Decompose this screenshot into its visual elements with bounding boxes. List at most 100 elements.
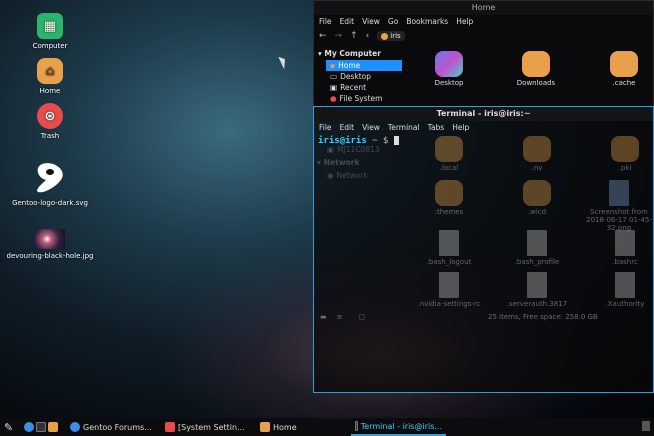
- tray-icon[interactable]: [642, 421, 650, 431]
- desktop-icon-label: devouring-black-hole.jpg: [6, 252, 94, 260]
- trash-icon: ⊛: [37, 103, 63, 129]
- computer-icon: ▦: [37, 13, 63, 39]
- sidebar-header[interactable]: ▾ My Computer: [314, 47, 402, 60]
- document-icon: [439, 230, 459, 256]
- up-arrow-icon[interactable]: ↑: [350, 31, 358, 41]
- sidebar-header-network: ▾ Network: [317, 158, 360, 167]
- terminal-menubar: File Edit View Terminal Tabs Help: [314, 121, 653, 134]
- hide-sidebar-icon: ▢: [358, 313, 366, 321]
- taskbar: ✎ Gentoo Forums... [System Settin... Hom…: [0, 418, 654, 436]
- recent-icon: ▣: [330, 83, 338, 92]
- image-file-icon: [35, 229, 65, 249]
- mouse-pointer-icon: [278, 54, 289, 70]
- menu-view[interactable]: View: [362, 123, 380, 132]
- image-file-icon: [609, 180, 629, 206]
- toolbar: ← → ↑ ‹ iris: [314, 28, 653, 44]
- terminal-launcher-icon[interactable]: [36, 422, 46, 432]
- menubar: File Edit View Go Bookmarks Help: [314, 15, 653, 28]
- desktop-icon-label: Home: [39, 87, 61, 95]
- menu-help[interactable]: Help: [456, 17, 473, 26]
- file-xauthority: .Xauthority: [593, 272, 654, 308]
- folder-pki: .pki: [593, 136, 654, 172]
- breadcrumb-iris[interactable]: iris: [377, 31, 405, 41]
- desktop-icon-home[interactable]: ⌂ Home: [5, 58, 95, 95]
- sidebar-item-home[interactable]: ▪ Home: [326, 60, 402, 71]
- menu-button[interactable]: ✎: [0, 418, 22, 436]
- folder-desktop[interactable]: Desktop: [419, 51, 479, 87]
- settings-icon: [165, 422, 175, 432]
- file-manager-window[interactable]: Home File Edit View Go Bookmarks Help ← …: [313, 0, 654, 110]
- desktop-icon-computer[interactable]: ▦ Computer: [5, 13, 95, 50]
- file-nvidia-settings: .nvidia-settings-rc: [413, 272, 485, 308]
- sidebar: ▾ My Computer ▪ Home ▭ Desktop ▣ Recent ● Fi…: [314, 47, 402, 104]
- document-icon: [615, 272, 635, 298]
- folder-local: .local: [417, 136, 481, 172]
- desktop-icon-gentoo[interactable]: Gentoo-logo-dark.svg: [5, 160, 95, 207]
- sidebar-item-filesystem[interactable]: ● File System: [314, 93, 402, 104]
- desktop-icon-label: Computer: [32, 42, 68, 50]
- taskbar-item-forums[interactable]: Gentoo Forums...: [66, 418, 161, 436]
- document-icon: [527, 230, 547, 256]
- terminal-icon: [355, 421, 358, 431]
- menu-terminal[interactable]: Terminal: [388, 123, 420, 132]
- system-tray: [642, 421, 650, 431]
- menu-help[interactable]: Help: [452, 123, 469, 132]
- file-bash-logout: .bash_logout: [417, 230, 481, 266]
- desktop-icon-blackhole[interactable]: devouring-black-hole.jpg: [5, 229, 95, 260]
- taskbar-item-settings[interactable]: [System Settin...: [161, 418, 256, 436]
- folder-icon: [435, 136, 463, 162]
- menu-edit[interactable]: Edit: [340, 17, 355, 26]
- gentoo-menu-icon: ✎: [4, 420, 14, 434]
- places-icon: ▬: [320, 313, 327, 321]
- menu-view[interactable]: View: [362, 17, 380, 26]
- forward-arrow-icon[interactable]: →: [335, 31, 343, 41]
- sidebar-item-network: ◉ Network: [327, 171, 368, 180]
- folder-icon: [523, 180, 551, 206]
- home-icon: ▪: [330, 61, 336, 70]
- filesystem-icon: ●: [330, 94, 337, 103]
- document-icon: [439, 272, 459, 298]
- menu-bookmarks[interactable]: Bookmarks: [406, 17, 448, 26]
- folder-nv: .nv: [505, 136, 569, 172]
- folder-downloads[interactable]: Downloads: [506, 51, 566, 87]
- document-icon: [527, 272, 547, 298]
- downloads-folder-icon: [522, 51, 550, 77]
- menu-edit[interactable]: Edit: [340, 123, 355, 132]
- folder-themes: .themes: [417, 180, 481, 216]
- file-screenshot: Screenshot from 2018-06-17 01-45-32.png: [584, 180, 654, 232]
- document-icon: [615, 230, 635, 256]
- status-bar: ▬ ≡ ▢ 25 items, Free space: 258.0 GB: [320, 313, 598, 321]
- menu-file[interactable]: File: [319, 17, 332, 26]
- file-bashrc: .bashrc: [593, 230, 654, 266]
- folder-icon: [435, 180, 463, 206]
- sidebar-item-recent[interactable]: ▣ Recent: [314, 82, 402, 93]
- browser-launcher-icon[interactable]: [24, 422, 34, 432]
- taskbar-item-home[interactable]: Home: [256, 418, 351, 436]
- folder-wicd: .wicd: [505, 180, 569, 216]
- desktop-icon: ▭: [330, 72, 338, 81]
- background-sidebar: ▣ MJ11C0813 ▾ Network ◉ Network: [317, 143, 380, 182]
- sidebar-item-desktop[interactable]: ▭ Desktop: [314, 71, 402, 82]
- gentoo-logo-icon: [34, 160, 66, 196]
- taskbar-item-terminal[interactable]: Terminal - iris@iris...: [351, 418, 446, 436]
- desktop-icon-trash[interactable]: ⊛ Trash: [5, 103, 95, 140]
- desktop-folder-icon: [435, 51, 463, 77]
- file-bash-profile: .bash_profile: [505, 230, 569, 266]
- desktop-icon-label: Gentoo-logo-dark.svg: [12, 199, 88, 207]
- menu-go[interactable]: Go: [388, 17, 398, 26]
- menu-file[interactable]: File: [319, 123, 332, 132]
- folder-cache[interactable]: .cache: [594, 51, 654, 87]
- file-serverauth: .serverauth.3817: [505, 272, 569, 308]
- toggle-location-icon[interactable]: ‹: [366, 31, 370, 41]
- quick-launch: [22, 418, 60, 436]
- back-arrow-icon[interactable]: ←: [319, 31, 327, 41]
- files-launcher-icon[interactable]: [48, 422, 58, 432]
- desktop-icon-label: Trash: [40, 132, 60, 140]
- tree-icon: ≡: [336, 313, 343, 321]
- window-title: Home: [314, 1, 653, 15]
- menu-tabs[interactable]: Tabs: [428, 123, 445, 132]
- folder-icon: [610, 51, 638, 77]
- text-cursor: [393, 136, 399, 145]
- folder-icon: [611, 136, 639, 162]
- home-folder-icon: [381, 32, 389, 40]
